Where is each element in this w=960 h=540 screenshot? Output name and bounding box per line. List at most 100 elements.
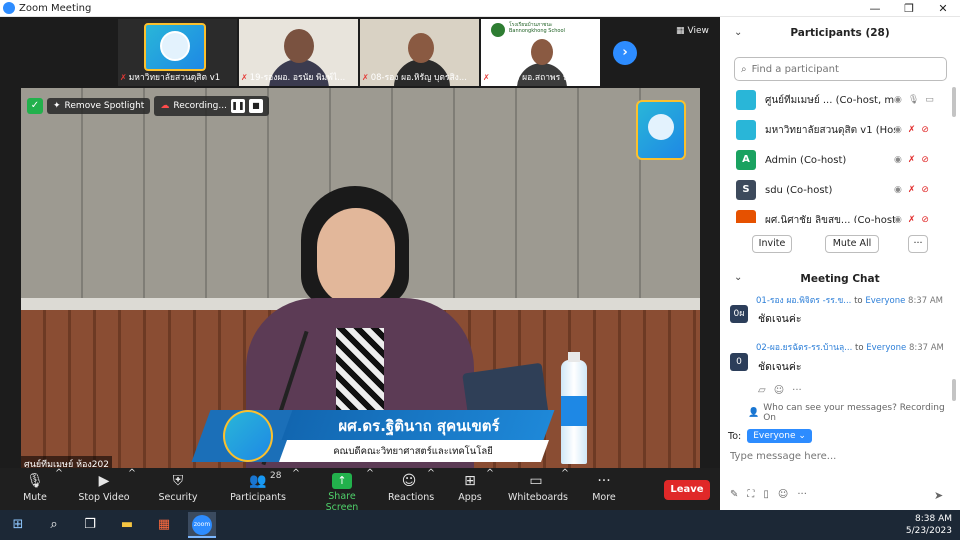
- spotlight-bar: ✓ ✦ Remove Spotlight ☁ Recording... ❚❚ ■: [27, 96, 269, 116]
- video-off-icon[interactable]: ⊘: [921, 125, 929, 135]
- emoji-icon[interactable]: ☺: [778, 489, 788, 500]
- send-icon[interactable]: ➤: [934, 489, 943, 502]
- video-thumbnail[interactable]: ✗ มหาวิทยาลัยสวนดุสิต v1: [118, 19, 237, 86]
- more-button[interactable]: ··· More: [590, 468, 618, 510]
- water-bottle: [561, 352, 587, 464]
- invite-button[interactable]: Invite: [752, 235, 792, 253]
- mute-button[interactable]: 🎙 Mute: [16, 468, 54, 510]
- participant-row[interactable]: ผศ.นิศาชัย ลิขสุข... (Co-host) ◉ ✗ ⊘: [720, 205, 956, 223]
- view-button[interactable]: ▦ View: [676, 26, 709, 36]
- speaker-name: ผศ.ดร.ฐิตินาถ สุคนเขตร์: [338, 417, 500, 435]
- participant-row[interactable]: ศูนย์ทีมเมษย์ ... (Co-host, me) ◉ 🎙 ▭: [720, 85, 956, 115]
- participant-search-input[interactable]: [751, 63, 932, 75]
- mic-off-icon[interactable]: ✗: [908, 215, 916, 223]
- remove-spotlight-button[interactable]: ✦ Remove Spotlight: [47, 98, 151, 114]
- recipient-row: To: Everyone ⌄: [728, 429, 812, 443]
- whiteboards-options-caret[interactable]: ^: [561, 468, 569, 510]
- apps-options-caret[interactable]: ^: [486, 468, 494, 510]
- emoji-react-icon[interactable]: ☺: [774, 385, 784, 396]
- apps-button[interactable]: ⊞ Apps: [456, 468, 484, 510]
- pin-icon: ✦: [53, 101, 61, 111]
- whiteboards-button[interactable]: ▭ Whiteboards: [508, 468, 568, 510]
- participant-more-button[interactable]: ···: [908, 235, 928, 253]
- whiteboard-icon: ▭: [529, 473, 543, 489]
- video-thumbnail[interactable]: ✗ 08-รอง ผอ.หิรัญ บุตรสิง...: [360, 19, 479, 86]
- mute-options-caret[interactable]: ^: [55, 468, 63, 510]
- clock-date: 5/23/2023: [905, 526, 952, 536]
- video-off-icon[interactable]: ⊘: [921, 215, 929, 223]
- participant-scrollbar[interactable]: [952, 87, 956, 117]
- video-camera-icon[interactable]: ▭: [925, 95, 934, 105]
- pause-recording-button[interactable]: ❚❚: [230, 99, 245, 113]
- leave-button[interactable]: Leave: [664, 480, 710, 500]
- mic-off-icon[interactable]: ✗: [908, 185, 916, 195]
- search-icon[interactable]: ⌕: [44, 515, 64, 535]
- participant-status-icons: ◉ ✗ ⊘: [894, 155, 929, 165]
- university-seal-icon: [223, 410, 273, 462]
- window-controls: — ❐ ✕: [858, 0, 960, 17]
- reply-icon[interactable]: ▱: [758, 385, 766, 396]
- message-more-icon[interactable]: ···: [792, 385, 802, 396]
- recipient-dropdown[interactable]: Everyone ⌄: [747, 429, 812, 443]
- message-header: 01-รอง ผอ.พิจิตร -รร.ข... to Everyone 8:…: [756, 296, 943, 306]
- message-actions: ▱ ☺ ···: [758, 385, 802, 396]
- participant-name: Admin (Co-host): [765, 154, 847, 166]
- recording-indicator[interactable]: ☁ Recording... ❚❚ ■: [154, 96, 269, 116]
- participant-row[interactable]: S sdu (Co-host) ◉ ✗ ⊘: [720, 175, 956, 205]
- share-options-caret[interactable]: ^: [366, 468, 374, 510]
- screenshot-icon[interactable]: ⛶: [747, 489, 754, 500]
- file-icon[interactable]: ▯: [763, 489, 769, 500]
- mic-off-icon[interactable]: ✗: [908, 155, 916, 165]
- video-thumbnail[interactable]: ✗ 19-รองผอ. อรนัย พิมพ์ไ...: [239, 19, 358, 86]
- windows-start-icon[interactable]: ⊞: [8, 515, 28, 535]
- participants-options-caret[interactable]: ^: [292, 468, 300, 510]
- task-view-icon[interactable]: ❐: [80, 515, 100, 535]
- video-camera-icon: ▶: [98, 473, 110, 489]
- participant-search[interactable]: ⌕: [734, 57, 947, 81]
- microphone-icon[interactable]: 🎙: [908, 95, 919, 105]
- zoom-taskbar-icon[interactable]: zoom: [188, 512, 216, 538]
- compose-more-icon[interactable]: ···: [797, 489, 807, 500]
- who-can-see-row[interactable]: 👤 Who can see your messages? Recording O…: [748, 403, 960, 423]
- video-off-icon[interactable]: ⊘: [921, 185, 929, 195]
- participant-status-icons: ◉ 🎙 ▭: [894, 95, 934, 105]
- mic-off-icon: ✗: [241, 72, 248, 82]
- message-avatar: 0: [730, 353, 748, 371]
- maximize-button[interactable]: ❐: [892, 0, 926, 17]
- speaker-org: คณบดีคณะวิทยาศาสตร์และเทคโนโลยี: [333, 446, 493, 457]
- side-panel: ⌄ Participants (28) ⌕ ศูนย์ทีมเมษย์ ... …: [720, 17, 960, 510]
- security-button[interactable]: ⛨ Security: [158, 468, 198, 510]
- stop-video-button[interactable]: ▶ Stop Video: [78, 468, 130, 510]
- video-off-icon[interactable]: ⊘: [921, 155, 929, 165]
- microsoft-store-icon[interactable]: ▦: [154, 515, 174, 535]
- close-button[interactable]: ✕: [926, 0, 960, 17]
- mic-off-icon[interactable]: ✗: [908, 125, 916, 135]
- system-clock[interactable]: 8:38 AM 5/23/2023: [906, 513, 952, 537]
- main-video: ผศ.ดร.ฐิตินาถ สุคนเขตร์ คณบดีคณะวิทยาศาส…: [21, 88, 700, 470]
- video-thumbnail[interactable]: โรงเรียนบ้านภาชนะ Bannongkhong School ✗ 2…: [481, 19, 600, 86]
- stop-recording-button[interactable]: ■: [248, 99, 263, 113]
- shield-icon: ✓: [27, 98, 43, 114]
- ellipsis-icon: ···: [597, 473, 611, 489]
- search-icon: ⌕: [741, 63, 747, 75]
- participant-row[interactable]: มหาวิทยาลัยสวนดุสิต v1 (Host) ◉ ✗ ⊘: [720, 115, 956, 145]
- format-icon[interactable]: ✎: [730, 489, 738, 500]
- share-screen-button[interactable]: ↑ Share Screen: [314, 468, 370, 513]
- mute-all-button[interactable]: Mute All: [825, 235, 879, 253]
- participant-list: ศูนย์ทีมเมษย์ ... (Co-host, me) ◉ 🎙 ▭ มหาว…: [720, 85, 956, 223]
- message-input[interactable]: [730, 451, 940, 462]
- file-explorer-icon[interactable]: ▬: [117, 515, 137, 535]
- next-page-button[interactable]: ›: [613, 41, 637, 65]
- thumbnail-label: ✗ 19-รองผอ. อรนัย พิมพ์ไ...: [241, 72, 346, 84]
- share-arrow-icon: ↑: [332, 473, 352, 489]
- recording-icon: ◉: [894, 185, 902, 195]
- chat-scrollbar[interactable]: [952, 379, 956, 401]
- minimize-button[interactable]: —: [858, 0, 892, 17]
- participant-row[interactable]: A Admin (Co-host) ◉ ✗ ⊘: [720, 145, 956, 175]
- mic-off-icon: ✗: [362, 72, 369, 82]
- reactions-options-caret[interactable]: ^: [427, 468, 435, 510]
- video-options-caret[interactable]: ^: [128, 468, 136, 510]
- message-header: 02-ผอ.ยรฉัตร-รร.บ้านลุ... to Everyone 8:…: [756, 343, 944, 353]
- mic-off-icon: ✗: [483, 72, 490, 82]
- reactions-button[interactable]: ☺ Reactions: [388, 468, 434, 510]
